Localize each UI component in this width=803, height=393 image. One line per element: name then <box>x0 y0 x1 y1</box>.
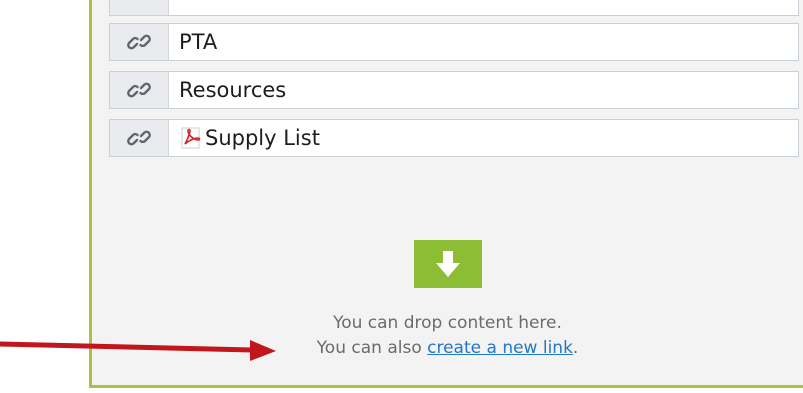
drop-text-prefix: You can also <box>316 338 428 358</box>
link-list: PTA Resources Supply List <box>109 0 799 167</box>
page: PTA Resources Supply List You can drop c… <box>0 0 803 393</box>
link-label <box>169 0 179 15</box>
drop-text-suffix: . <box>572 338 579 358</box>
create-new-link[interactable]: create a new link <box>427 338 573 358</box>
link-row-partial[interactable] <box>109 0 799 16</box>
down-arrow-icon <box>413 240 482 288</box>
link-label: Supply List <box>169 120 320 156</box>
link-row-supply-list[interactable]: Supply List <box>109 119 799 157</box>
link-icon <box>110 120 169 156</box>
link-icon-cell <box>110 0 169 15</box>
link-row-resources[interactable]: Resources <box>109 71 799 109</box>
annotation-arrow-icon <box>0 340 276 361</box>
link-label-text: Supply List <box>205 126 320 150</box>
link-icon <box>110 24 169 60</box>
pdf-icon <box>179 126 203 150</box>
link-icon <box>110 72 169 108</box>
link-label: PTA <box>179 30 218 54</box>
link-label: Resources <box>179 78 287 102</box>
link-row-pta[interactable]: PTA <box>109 23 799 61</box>
